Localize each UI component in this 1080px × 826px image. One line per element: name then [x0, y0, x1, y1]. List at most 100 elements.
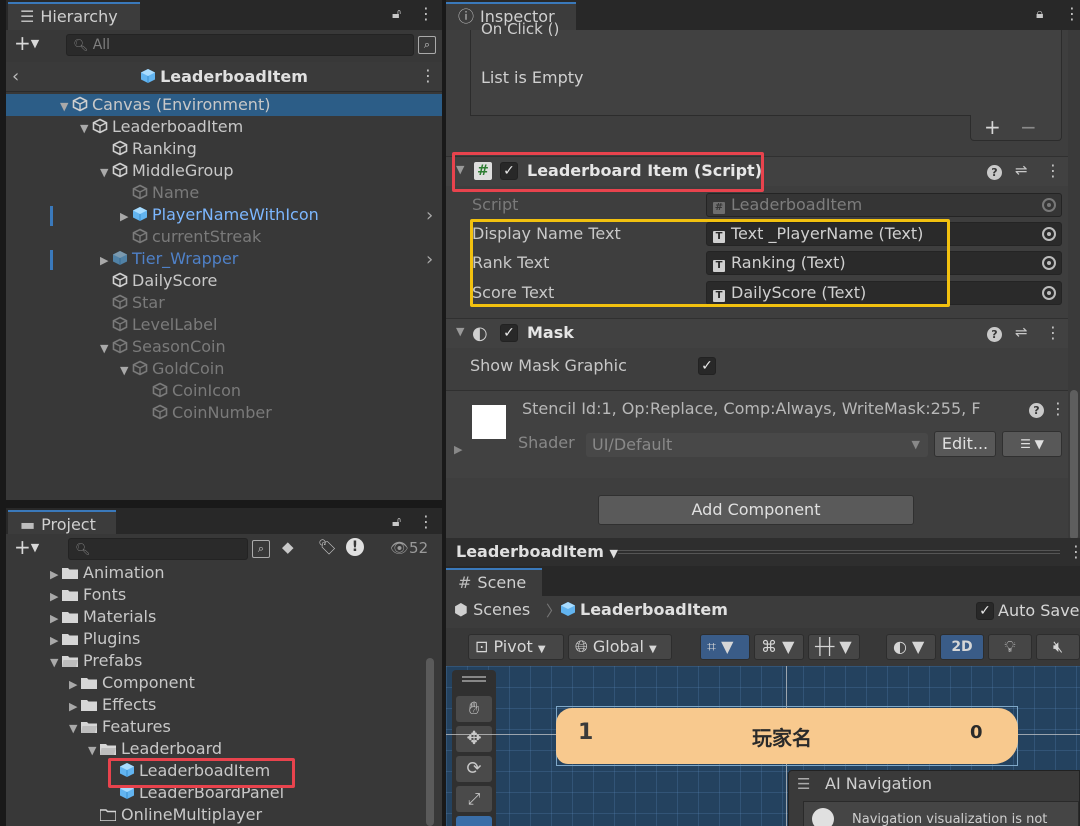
kebab-menu-icon[interactable]: ⋮: [418, 4, 434, 23]
add-list-item-button[interactable]: +: [984, 115, 1001, 139]
help-icon[interactable]: ?: [987, 327, 1002, 342]
foldout-arrow-icon[interactable]: ▶: [454, 443, 462, 456]
vertex-snap-toggle[interactable]: ┼┼ ▼: [808, 634, 860, 660]
label-tag-icon[interactable]: 🏷︎: [318, 538, 337, 556]
preset-sliders-icon[interactable]: ⇌: [1015, 161, 1028, 179]
grid-snap-toggle[interactable]: ⌗ ▼: [700, 634, 750, 660]
hierarchy-row[interactable]: ▼ LeaderboadItem: [6, 116, 442, 138]
scrollbar-thumb[interactable]: [1070, 390, 1078, 538]
foldout-arrow-icon[interactable]: ▼: [69, 718, 81, 740]
foldout-arrow-icon[interactable]: ▼: [100, 162, 112, 184]
drag-handle[interactable]: [462, 676, 486, 682]
project-item[interactable]: ▼ Features: [6, 716, 442, 738]
help-icon[interactable]: ?: [987, 165, 1002, 180]
foldout-arrow-icon[interactable]: ▶: [69, 696, 81, 718]
hierarchy-row[interactable]: ▼ SeasonCoin: [6, 336, 442, 358]
foldout-arrow-icon[interactable]: ▼: [60, 96, 72, 118]
hierarchy-row[interactable]: Ranking: [6, 138, 442, 160]
lighting-toggle[interactable]: 💡︎: [988, 634, 1032, 660]
create-asset-dropdown-button[interactable]: +▼: [14, 535, 39, 559]
hand-tool-icon[interactable]: ✋︎: [456, 696, 492, 722]
hierarchy-row[interactable]: DailyScore: [6, 270, 442, 292]
project-item[interactable]: ▼ Leaderboard: [6, 738, 442, 760]
shader-options-button[interactable]: ☰ ▼: [1002, 431, 1062, 457]
foldout-arrow-icon[interactable]: ▼: [120, 360, 132, 382]
foldout-arrow-icon[interactable]: ▶: [50, 586, 62, 608]
foldout-arrow-icon[interactable]: ▶: [100, 250, 112, 272]
foldout-arrow-icon[interactable]: ▼: [100, 338, 112, 360]
edit-shader-button[interactable]: Edit...: [934, 431, 996, 457]
foldout-arrow-icon[interactable]: ▼: [88, 740, 100, 762]
foldout-arrow-icon[interactable]: ▶: [50, 564, 62, 586]
lock-icon[interactable]: 🔒︎: [1036, 6, 1043, 22]
increment-snap-toggle[interactable]: ⌘ ▼: [754, 634, 804, 660]
hierarchy-row[interactable]: ▼ GoldCoin: [6, 358, 442, 380]
foldout-arrow-icon[interactable]: ▼: [80, 118, 92, 140]
project-item[interactable]: ▶ Component: [6, 672, 442, 694]
hierarchy-row[interactable]: CoinIcon: [6, 380, 442, 402]
tab-scene[interactable]: # Scene: [446, 568, 542, 596]
hierarchy-row[interactable]: Star: [6, 292, 442, 314]
audio-toggle[interactable]: 🔇︎: [1036, 634, 1080, 660]
search-by-type-icon[interactable]: ⌕: [418, 36, 436, 54]
add-component-button[interactable]: Add Component: [598, 495, 914, 525]
hierarchy-row[interactable]: LevelLabel: [6, 314, 442, 336]
global-dropdown[interactable]: 🌐︎ Global ▼: [568, 634, 672, 660]
component-menu-icon[interactable]: ⋮: [1045, 161, 1061, 180]
hierarchy-row[interactable]: currentStreak: [6, 226, 442, 248]
project-item[interactable]: ▶ Fonts: [6, 584, 442, 606]
create-dropdown-button[interactable]: +▼: [14, 31, 39, 55]
scene-viewport[interactable]: ✋︎ ✥ ⟳ ⤢ 1 玩家名 0 ☰ AI Navigation Navigat…: [446, 666, 1080, 826]
hierarchy-row[interactable]: ▶ Tier_Wrapper: [6, 248, 442, 270]
move-tool-icon[interactable]: ✥: [456, 726, 492, 752]
prefab-breadcrumb[interactable]: LeaderboadItem: [560, 600, 728, 619]
foldout-arrow-icon[interactable]: ▶: [69, 674, 81, 696]
kebab-menu-icon[interactable]: ⋮: [1064, 4, 1080, 23]
material-menu-icon[interactable]: ⋮: [1050, 399, 1066, 418]
project-item[interactable]: OnlineMultiplayer: [6, 804, 442, 826]
lock-icon[interactable]: 🔓︎: [392, 514, 401, 530]
project-item[interactable]: ▶ Effects: [6, 694, 442, 716]
hierarchy-row[interactable]: Name: [6, 182, 442, 204]
project-item[interactable]: ▶ Plugins: [6, 628, 442, 650]
chevron-right-icon[interactable]: ›: [426, 205, 433, 226]
breadcrumb-menu-icon[interactable]: ⋮: [420, 66, 436, 85]
object-picker-icon[interactable]: [1042, 227, 1056, 241]
foldout-arrow-icon[interactable]: ▼: [456, 325, 464, 338]
inspector-scrollbar[interactable]: [1068, 30, 1080, 538]
2d-mode-toggle[interactable]: 2D: [940, 634, 984, 660]
preset-sliders-icon[interactable]: ⇌: [1015, 323, 1028, 341]
project-search-input[interactable]: 🔍︎: [68, 538, 248, 560]
filter-by-type-icon[interactable]: ◆: [282, 538, 294, 556]
hidden-count[interactable]: 👁︎52: [390, 539, 428, 557]
project-item[interactable]: ▼ Prefabs: [6, 650, 442, 672]
hierarchy-search-input[interactable]: 🔍︎ All: [66, 34, 414, 56]
auto-save-checkbox[interactable]: ✓: [976, 602, 994, 620]
drag-handle-icon[interactable]: ☰: [797, 775, 810, 793]
warning-icon[interactable]: !: [346, 538, 364, 556]
show-mask-graphic-checkbox[interactable]: ✓: [698, 357, 716, 375]
project-scrollbar[interactable]: [426, 658, 434, 826]
rotate-tool-icon[interactable]: ⟳: [456, 756, 492, 782]
scenes-breadcrumb[interactable]: ⬢ Scenes: [454, 600, 530, 619]
scale-tool-icon[interactable]: ⤢: [456, 786, 492, 812]
hierarchy-row[interactable]: CoinNumber: [6, 402, 442, 424]
kebab-menu-icon[interactable]: ⋮: [1068, 542, 1080, 561]
prefab-context-dropdown[interactable]: LeaderboadItem ▼: [456, 542, 618, 561]
component-enabled-checkbox[interactable]: ✓: [500, 324, 518, 342]
shader-dropdown[interactable]: UI/Default ▼: [586, 433, 928, 457]
draw-mode-dropdown[interactable]: ◐ ▼: [886, 634, 936, 660]
search-by-type-icon[interactable]: ⌕: [252, 540, 270, 558]
kebab-menu-icon[interactable]: ⋮: [418, 512, 434, 531]
tab-hierarchy[interactable]: ☰ Hierarchy: [8, 2, 140, 30]
rect-tool-icon[interactable]: [456, 816, 492, 826]
lock-icon[interactable]: 🔓︎: [392, 6, 401, 22]
help-icon[interactable]: ?: [1029, 403, 1044, 418]
remove-list-item-button[interactable]: −: [1020, 115, 1037, 139]
mask-component-header[interactable]: ▼ ◐ ✓ Mask ? ⇌ ⋮: [446, 318, 1068, 348]
hierarchy-row[interactable]: ▶ PlayerNameWithIcon: [6, 204, 442, 226]
project-item[interactable]: ▶ Materials: [6, 606, 442, 628]
foldout-arrow-icon[interactable]: ▶: [120, 206, 132, 228]
object-picker-icon[interactable]: [1042, 286, 1056, 300]
project-item[interactable]: ▶ Animation: [6, 562, 442, 584]
